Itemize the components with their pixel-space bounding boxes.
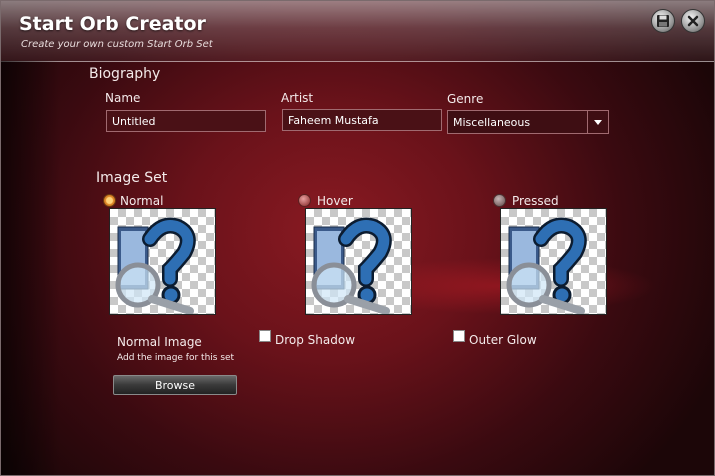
chevron-down-icon[interactable] (587, 111, 608, 133)
close-icon (687, 15, 699, 27)
hover-image-preview[interactable] (305, 208, 412, 315)
drop-shadow-checkbox[interactable] (259, 330, 271, 342)
orb-question-icon (311, 217, 392, 314)
radio-hover-label: Hover (317, 194, 353, 208)
radio-pressed-label: Pressed (512, 194, 559, 208)
biography-heading: Biography (89, 66, 161, 82)
radio-hover[interactable] (298, 194, 311, 207)
outer-glow-checkbox[interactable] (453, 330, 465, 342)
genre-selected-value: Miscellaneous (453, 116, 531, 129)
artist-field[interactable] (282, 109, 442, 131)
window-subtitle: Create your own custom Start Orb Set (21, 39, 213, 50)
orb-question-icon (115, 217, 196, 314)
drop-shadow-label: Drop Shadow (275, 333, 356, 347)
close-button[interactable] (681, 9, 705, 33)
radio-normal-label: Normal (120, 194, 164, 208)
start-orb-creator-window: Start Orb Creator Create your own custom… (0, 0, 715, 476)
window-title: Start Orb Creator (19, 13, 206, 35)
orb-question-icon (506, 217, 587, 314)
genre-label: Genre (447, 92, 484, 106)
normal-image-label: Normal Image (117, 335, 202, 349)
genre-dropdown[interactable]: Miscellaneous (447, 110, 609, 134)
browse-button[interactable]: Browse (113, 375, 237, 395)
save-button[interactable] (651, 9, 675, 33)
radio-normal[interactable] (103, 194, 116, 207)
normal-image-preview[interactable] (109, 208, 216, 315)
outer-glow-label: Outer Glow (469, 333, 537, 347)
radio-pressed[interactable] (493, 194, 506, 207)
name-field[interactable] (106, 110, 266, 132)
normal-image-hint: Add the image for this set (117, 353, 235, 363)
image-set-heading: Image Set (96, 170, 168, 186)
name-label: Name (105, 91, 141, 105)
floppy-disk-icon (657, 15, 669, 27)
pressed-image-preview[interactable] (500, 208, 607, 315)
artist-label: Artist (281, 91, 314, 105)
title-bar: Start Orb Creator Create your own custom… (1, 1, 714, 62)
left-shade (1, 61, 61, 475)
